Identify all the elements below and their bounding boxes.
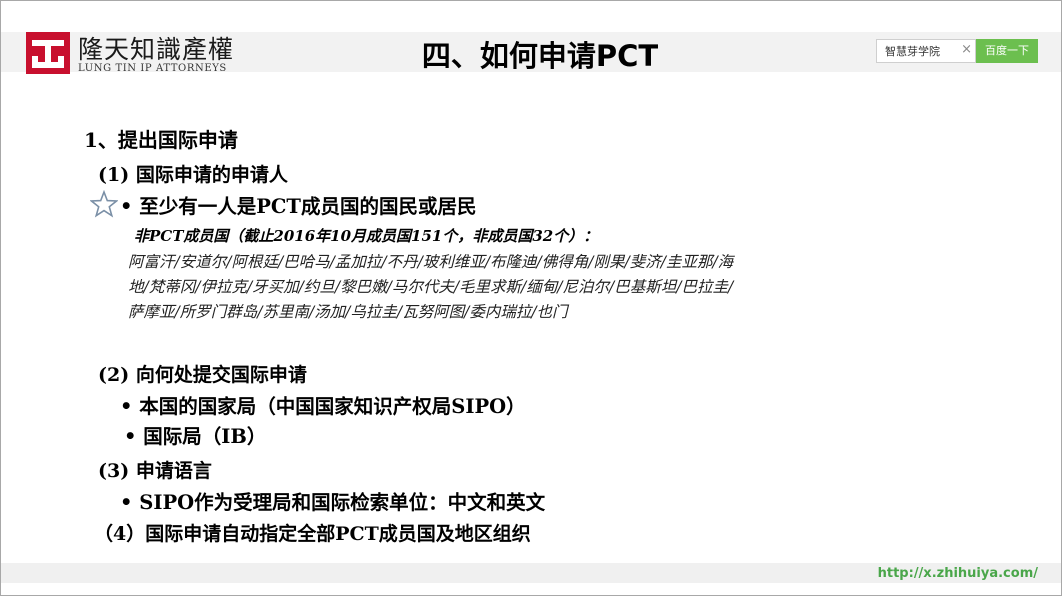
filing-office-subheading: (2) 向何处提交国际申请 bbox=[98, 364, 307, 386]
company-logo: 隆天知識產權 LUNG TIN IP ATTORNEYS bbox=[26, 30, 236, 76]
search-input[interactable] bbox=[877, 40, 961, 62]
applicant-bullet: • 至少有一人是PCT成员国的国民或居民 bbox=[120, 195, 477, 218]
logo-chinese-name: 隆天知識產權 bbox=[78, 35, 235, 64]
sipo-bullet: • 本国的国家局（中国国家知识产权局SIPO） bbox=[120, 395, 526, 418]
logo-mark-icon bbox=[26, 32, 70, 74]
footer-url[interactable]: http://x.zhihuiya.com/ bbox=[878, 566, 1038, 581]
search-button[interactable]: 百度一下 bbox=[976, 39, 1038, 63]
non-member-note: 非PCT成员国（截止2016年10月成员国151个，非成员国32个）： bbox=[134, 227, 599, 245]
clear-icon[interactable]: × bbox=[961, 42, 972, 57]
page-title: 四、如何申请PCT bbox=[421, 39, 659, 73]
star-icon bbox=[90, 190, 118, 218]
language-subheading: (3) 申请语言 bbox=[98, 460, 212, 482]
logo-english-name: LUNG TIN IP ATTORNEYS bbox=[78, 63, 227, 74]
designation-subheading: （4）国际申请自动指定全部PCT成员国及地区组织 bbox=[94, 523, 531, 545]
section-heading: 1、提出国际申请 bbox=[84, 128, 238, 152]
ib-bullet: • 国际局（IB） bbox=[124, 425, 267, 448]
applicant-subheading: (1) 国际申请的申请人 bbox=[98, 164, 288, 186]
language-bullet: • SIPO作为受理局和国际检索单位：中文和英文 bbox=[120, 491, 546, 514]
search-box: × bbox=[876, 39, 976, 63]
non-member-country-list: 阿富汗/安道尔/阿根廷/巴哈马/孟加拉/不丹/玻利维亚/布隆迪/佛得角/刚果/斐… bbox=[128, 253, 734, 321]
